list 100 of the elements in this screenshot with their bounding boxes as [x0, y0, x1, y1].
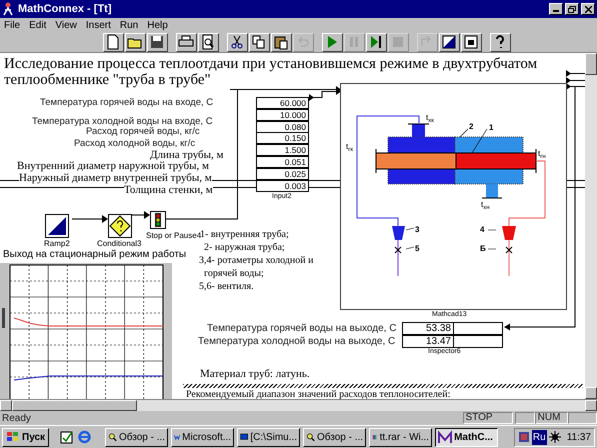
bug-icon	[548, 431, 561, 443]
ramp-block-icon	[45, 214, 69, 238]
app-icon	[2, 2, 14, 16]
pipe-line	[566, 180, 585, 181]
parameter-value-field[interactable]: 60.000	[256, 97, 309, 109]
menu-item[interactable]: Help	[147, 18, 168, 32]
parameter-value-field[interactable]: 0.003	[256, 180, 309, 192]
start-button[interactable]: Пуск	[2, 428, 50, 446]
checklist-icon	[60, 430, 74, 444]
square-icon	[463, 34, 479, 50]
parameter-label: Температура холодной воды на входе, С	[32, 116, 213, 127]
connector-line	[72, 215, 108, 223]
parameter-label: Температура горячей воды на входе, С	[40, 97, 214, 108]
legend-text: 5,6- вентиля.	[199, 281, 254, 293]
restore-button[interactable]	[565, 3, 579, 15]
toolbar-button[interactable]	[490, 32, 510, 52]
legend-text: горячей воды;	[204, 268, 264, 280]
status-text: Ready	[1, 412, 32, 426]
copy-icon	[251, 34, 267, 50]
taskbar-button[interactable]: [C:\Simu...	[237, 428, 300, 446]
menu-item[interactable]: File	[4, 18, 20, 32]
parameter-label: Наружный диаметр внутренней трубы, м	[19, 172, 212, 184]
page-icon	[105, 34, 121, 50]
minimize-button[interactable]	[549, 3, 563, 15]
taskbar-button[interactable]: Обзор - ...	[303, 428, 366, 446]
taskbar-button[interactable]: Обзор - ...	[105, 428, 168, 446]
temperature-label: t$_{гк}$	[346, 142, 354, 151]
recommended-text: Рекомендуемый диапазон значений расходов теплоносителей:	[186, 389, 450, 399]
output-value-field: 53.38	[402, 322, 454, 335]
browser-e-icon	[77, 430, 92, 444]
toolbar-button[interactable]	[270, 32, 292, 52]
tray-app-icon	[518, 431, 530, 443]
toolbar-button[interactable]	[146, 32, 168, 52]
toolbar-button[interactable]	[124, 32, 146, 52]
temperature-label: t$_{хк}$	[426, 113, 434, 122]
taskbar-button[interactable]: tt.rar - Wi...	[369, 428, 432, 446]
status-panel	[568, 412, 597, 424]
taskbar-button[interactable]: MathC...	[435, 428, 498, 446]
parameter-value-field[interactable]: 0.080	[256, 120, 309, 133]
magnifier-page-icon	[200, 34, 216, 50]
toolbar-button[interactable]	[176, 32, 196, 52]
status-text: NUM	[534, 412, 568, 424]
close-icon	[584, 6, 592, 12]
toolbar-button[interactable]	[226, 32, 248, 52]
scissors-icon	[229, 34, 245, 50]
parameter-value-field[interactable]: 1.500	[256, 144, 309, 156]
toolbar-button[interactable]	[366, 32, 386, 52]
connector-line	[132, 211, 150, 219]
parameter-label: Длина трубы, м	[150, 149, 224, 161]
restore-icon	[568, 6, 576, 12]
toolbar-button[interactable]	[460, 32, 482, 52]
step-icon	[368, 34, 384, 50]
block-label: Ramp2	[44, 239, 70, 248]
parameter-label: Расход холодной воды, кг/с	[74, 138, 196, 149]
status-panel	[515, 412, 535, 424]
windows-logo-icon	[6, 431, 20, 443]
toolbar-button[interactable]	[248, 32, 270, 52]
legend-text: 3,4- ротаметры холодной и	[199, 255, 314, 267]
part-number: 1	[489, 123, 494, 132]
legend-text: 2- наружная труба;	[204, 242, 285, 254]
parameter-label: Внутренний диаметр наружной трубы, м	[17, 160, 209, 172]
parameter-value-field[interactable]: 0.051	[256, 156, 309, 168]
part-number: 4	[480, 225, 484, 234]
output-label: Температура холодной воды на выходе, С	[198, 336, 396, 347]
parameter-value-field[interactable]: 0.025	[256, 168, 309, 180]
parameter-value-field[interactable]: 10.000	[256, 108, 309, 121]
block-label: Conditional3	[97, 239, 142, 248]
toolbar-button[interactable]	[198, 32, 218, 52]
minimize-icon	[553, 10, 559, 12]
toolbar-button[interactable]	[102, 32, 124, 52]
part-number: 3	[415, 225, 420, 234]
temperature-label: t$_{хн}$	[481, 200, 490, 209]
stop-icon	[390, 34, 406, 50]
language-indicator[interactable]: Ru	[532, 430, 547, 444]
heading: Исследование процесса теплоотдачи при установившемся режиме в двухтрубчатом теплообменнике "труба в трубе"	[4, 56, 538, 88]
taskbar-button[interactable]: Microsoft...	[171, 428, 234, 446]
toolbar-button[interactable]	[322, 32, 342, 52]
menu-item[interactable]: Run	[120, 18, 138, 32]
m-letter-icon	[438, 430, 452, 444]
toolbar-button[interactable]	[438, 32, 460, 52]
output-value-field: 13.47	[402, 334, 454, 348]
pipe-line	[566, 187, 585, 188]
close-button[interactable]	[581, 3, 595, 15]
vertical-scrollbar[interactable]	[585, 53, 597, 399]
parameter-label: Толщина стенки, м	[124, 184, 213, 196]
legend-text: 1- внутренняя труба;	[200, 229, 289, 241]
status-text: STOP	[462, 412, 514, 424]
part-number: Б	[480, 244, 486, 253]
parameter-value-field[interactable]: 0.150	[256, 132, 309, 144]
traffic-light-icon	[150, 211, 166, 229]
temperature-label: t$_{гн}$	[538, 149, 546, 158]
menu-item[interactable]: View	[55, 18, 77, 32]
conditional-block-icon	[108, 214, 132, 238]
window-title: MathConnex - [Tt]	[18, 2, 112, 17]
clipboard-icon	[273, 34, 289, 50]
menu-item[interactable]: Insert	[86, 18, 111, 32]
horizontal-scrollbar[interactable]	[0, 399, 597, 411]
clock: 11:37	[566, 430, 591, 444]
menu-item[interactable]: Edit	[29, 18, 46, 32]
contrast-icon	[441, 34, 457, 50]
